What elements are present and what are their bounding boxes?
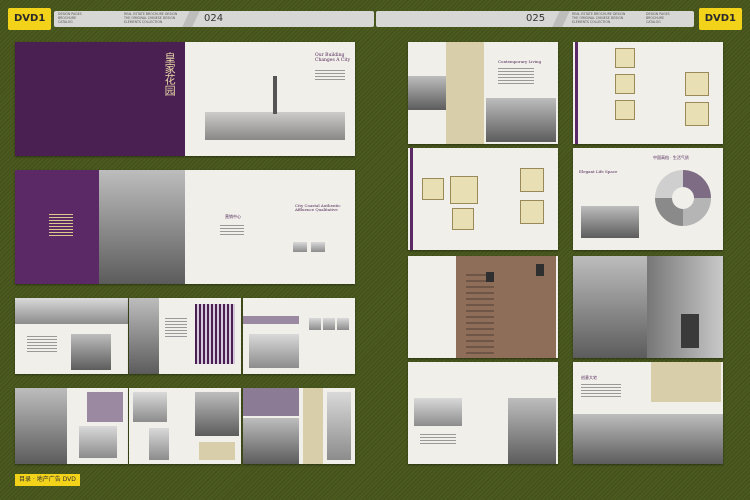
floor-plan (520, 168, 544, 192)
city-skyline-image (205, 112, 345, 140)
brochure-spread-8[interactable] (243, 388, 355, 464)
building-photo (327, 392, 351, 460)
man-photo (681, 314, 699, 348)
purple-edge (410, 148, 413, 250)
tree-photo (129, 298, 159, 374)
header-band (243, 316, 299, 324)
tan-block (199, 442, 235, 460)
chinese-caption: 中国高档 · 生活气质 (653, 155, 689, 160)
floor-plan (520, 200, 544, 224)
body-text-lines (165, 318, 187, 338)
header-small-text: REAL ESTATE BROCHURE DESIGN THE ORIGINAL… (572, 12, 626, 24)
brochure-spread-12[interactable]: Elegant Life Space 中国高档 · 生活气质 (573, 148, 723, 250)
interior-photo (133, 392, 167, 422)
body-text-lines (420, 434, 456, 444)
dvd-badge-left[interactable]: DVD1 (8, 8, 52, 30)
cover-vertical-title: 皇家花园 (163, 52, 177, 96)
tan-block (651, 362, 721, 402)
panel-text-lines (49, 214, 73, 238)
header-small-text: DESIGN PAGES BROCHURE CATALOG (58, 12, 82, 24)
brochure-spread-15[interactable] (408, 362, 558, 464)
thumbnail-photo (309, 318, 321, 330)
tan-column (446, 42, 484, 144)
interior-photo (414, 398, 462, 426)
body-text-lines (220, 225, 244, 237)
floor-plan (685, 102, 709, 126)
plaza-photo (99, 170, 185, 284)
tower-image (273, 76, 277, 114)
brochure-spread-3[interactable] (15, 298, 128, 374)
thumbnail-photo (337, 318, 349, 330)
brochure-spread-11[interactable] (408, 148, 558, 250)
footer-label: 目录 · 地产广告 DVD (15, 474, 80, 486)
purple-block (87, 392, 123, 422)
wall-lamp (536, 264, 544, 276)
brochure-spread-14[interactable] (573, 256, 723, 358)
header-strip-left: DESIGN PAGES BROCHURE CATALOG REAL ESTAT… (54, 11, 374, 27)
building-photo (71, 334, 111, 370)
floor-plan (615, 48, 635, 68)
brochure-spread-9[interactable]: Contemporary Living (408, 42, 558, 144)
skyscraper-photo (486, 98, 556, 142)
wall-lamp (486, 272, 494, 282)
purple-cover (15, 42, 185, 156)
floor-plan (450, 176, 478, 204)
spread-heading: Our Building Changes A City (315, 53, 351, 63)
header-divider (552, 11, 570, 27)
wheel-center (672, 187, 694, 209)
header-strip-right: 025 REAL ESTATE BROCHURE DESIGN THE ORIG… (376, 11, 694, 27)
body-text-lines (315, 70, 345, 80)
floor-plan (615, 100, 635, 120)
people-photo (249, 334, 299, 368)
floor-plan (615, 74, 635, 94)
spread-label: 营销中心 (225, 214, 241, 219)
brochure-spread-7[interactable] (129, 388, 241, 464)
floor-plan (452, 208, 474, 230)
brochure-spread-16[interactable]: 创意大宅 (573, 362, 723, 464)
garden-photo (243, 418, 299, 464)
brochure-spread-5[interactable] (243, 298, 355, 374)
skyline-photo (15, 298, 128, 324)
spread-heading: Elegant Life Space (579, 169, 618, 174)
city-photo (408, 76, 446, 110)
interior-photo (149, 428, 169, 460)
dvd-badge-right[interactable]: DVD1 (698, 8, 742, 30)
woman-photo (573, 256, 647, 358)
courtyard-photo (573, 414, 723, 464)
brochure-spread-13[interactable] (408, 256, 558, 358)
spread-heading: 创意大宅 (581, 375, 597, 380)
page-number-right: 025 (526, 13, 546, 24)
body-text-lines (581, 384, 621, 398)
man-photo (581, 206, 639, 238)
floor-plan (685, 72, 709, 96)
map-graphic (195, 304, 235, 364)
brochure-spread-1[interactable]: 皇家花园 Our Building Changes A City (15, 42, 355, 156)
brochure-spread-6[interactable] (15, 388, 128, 464)
thumbnail-photo (293, 242, 307, 252)
purple-panel (243, 388, 299, 416)
table-photo (79, 426, 117, 458)
park-photo (15, 388, 67, 464)
brochure-spread-2[interactable]: 营销中心 City Coastal Authentic Affluence Qu… (15, 170, 355, 284)
header-bar: DVD1 DESIGN PAGES BROCHURE CATALOG REAL … (0, 8, 750, 30)
brochure-spread-4[interactable] (129, 298, 241, 374)
tan-strip (303, 388, 323, 464)
brochure-spread-10[interactable] (573, 42, 723, 144)
body-text-lines (27, 336, 57, 352)
spread-heading: City Coastal Authentic Affluence Qualita… (295, 203, 341, 213)
body-text-lines (498, 68, 534, 84)
lounge-photo (195, 392, 239, 436)
floor-plan (422, 178, 444, 200)
thumbnail-photo (311, 242, 325, 252)
spread-heading: Contemporary Living (498, 59, 542, 64)
thumbnail-photo (323, 318, 335, 330)
building-photo (508, 398, 556, 464)
purple-edge (575, 42, 578, 144)
brick-column (466, 270, 494, 358)
page-number-left: 024 (204, 13, 224, 24)
